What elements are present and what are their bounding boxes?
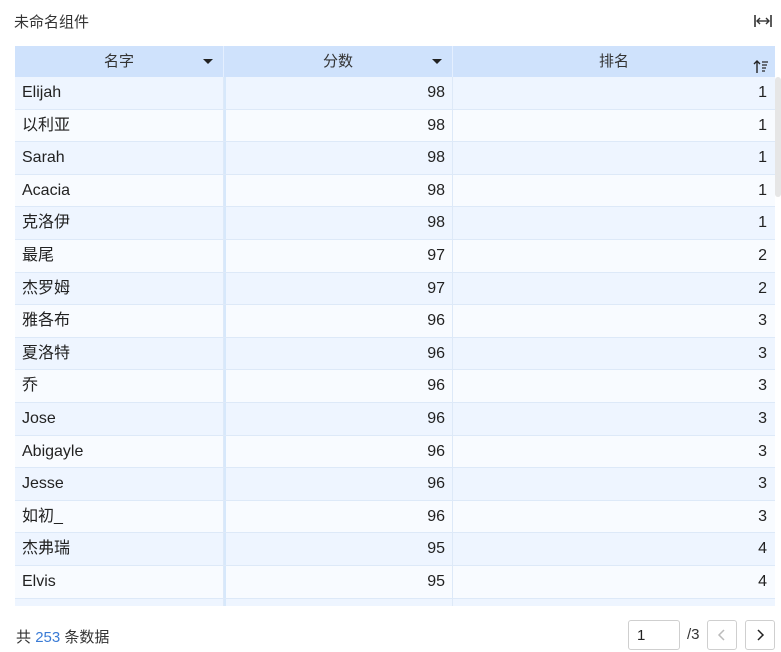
cell-rank: 1 [758,116,767,134]
table-row[interactable]: 如初_ 96 3 [15,500,775,534]
filter-dropdown-icon[interactable] [432,59,442,64]
table-row[interactable]: 夏洛特 96 3 [15,337,775,371]
cell-name: 夏洛特 [15,337,224,370]
cell-score: 95 [224,565,453,598]
cell-name: 克洛伊 [15,207,224,239]
table-row[interactable] [15,598,775,607]
cell-score: 98 [224,109,453,142]
total-prefix: 共 [16,629,32,646]
column-header-score[interactable]: 分数 [224,46,453,77]
table-row[interactable]: Abigayle 96 3 [15,435,775,469]
chevron-left-icon [717,629,725,641]
cell-name: 以利亚 [15,109,224,142]
table-row[interactable]: 最尾 97 2 [15,239,775,273]
cell-rank: 3 [758,507,767,525]
cell-name: Abigayle [15,435,224,468]
expand-width-icon[interactable] [753,12,773,30]
cell-score [224,598,453,606]
total-number: 253 [35,629,61,646]
page-total: /3 [687,626,700,643]
cell-name: Elvis [15,565,224,598]
cell-score: 97 [224,239,453,272]
cell-rank: 1 [758,84,767,101]
column-header-label: 分数 [322,53,353,70]
table-row[interactable]: Elijah 98 1 [15,77,775,110]
column-header-label: 名字 [103,53,134,70]
cell-rank: 1 [758,214,767,232]
cell-name: 乔 [15,370,224,402]
table-row[interactable]: Jesse 96 3 [15,468,775,501]
cell-score: 98 [224,77,453,109]
cell-rank [453,599,775,607]
cell-name: Jose [15,402,224,435]
cell-score: 96 [224,337,453,370]
cell-rank: 3 [758,344,767,362]
table-row[interactable]: 雅各布 96 3 [15,305,775,338]
widget-title: 未命名组件 [14,14,90,31]
table-header: 名字 分数 排名 [15,46,775,77]
filter-dropdown-icon[interactable] [203,59,213,64]
cell-name: 最尾 [15,239,224,272]
table-row[interactable]: 杰弗瑞 95 4 [15,533,775,566]
cell-rank: 4 [758,540,767,558]
cell-score: 96 [224,370,453,402]
table-row[interactable]: Jose 96 3 [15,402,775,436]
cell-rank: 2 [758,279,767,297]
cell-name: Acacia [15,174,224,207]
cell-rank: 3 [758,409,767,427]
cell-rank: 3 [758,377,767,395]
widget-title-bar: 未命名组件 [0,0,781,42]
total-count: 共 253 条数据 [16,626,109,647]
data-table: 名字 分数 排名 Elijah 98 1 以利亚 98 1 Sarah 98 1… [15,46,775,606]
table-row[interactable]: Sarah 98 1 [15,142,775,175]
column-header-rank[interactable]: 排名 [453,46,775,77]
cell-score: 98 [224,207,453,239]
column-header-label: 排名 [598,53,629,70]
cell-name: 杰罗姆 [15,272,224,305]
table-widget: 未命名组件 名字 分数 排名 Elijah 98 1 以利亚 98 1 Sara… [0,0,781,652]
cell-score: 97 [224,272,453,305]
cell-rank: 2 [758,246,767,264]
table-row[interactable]: Acacia 98 1 [15,174,775,208]
cell-score: 98 [224,142,453,174]
table-footer: 共 253 条数据 /3 [0,612,781,652]
cell-score: 95 [224,533,453,565]
cell-rank: 4 [758,572,767,590]
next-page-button[interactable] [745,620,775,650]
table-row[interactable]: 克洛伊 98 1 [15,207,775,240]
cell-rank: 1 [758,149,767,167]
vertical-scrollbar[interactable] [775,77,781,197]
table-row[interactable]: 以利亚 98 1 [15,109,775,143]
cell-score: 96 [224,500,453,533]
cell-name: Sarah [15,142,224,174]
cell-name: 如初_ [15,500,224,533]
cell-name: Jesse [15,468,224,500]
cell-name [15,598,224,606]
cell-rank: 3 [758,475,767,493]
cell-score: 96 [224,435,453,468]
cell-score: 96 [224,305,453,337]
cell-rank: 3 [758,312,767,330]
table-body: Elijah 98 1 以利亚 98 1 Sarah 98 1 Acacia 98 1 克洛伊 98 1 最尾… [15,77,775,606]
page-number-input[interactable] [628,620,680,650]
cell-score: 98 [224,174,453,207]
chevron-right-icon [757,629,765,641]
sort-ascending-icon[interactable] [753,54,769,73]
cell-rank: 1 [758,181,767,199]
table-row[interactable]: 杰罗姆 97 2 [15,272,775,306]
cell-name: 杰弗瑞 [15,533,224,565]
cell-name: 雅各布 [15,305,224,337]
total-suffix: 条数据 [64,629,110,646]
table-row[interactable]: 乔 96 3 [15,370,775,403]
table-row[interactable]: Elvis 95 4 [15,565,775,599]
prev-page-button[interactable] [707,620,737,650]
cell-name: Elijah [15,77,224,109]
cell-rank: 3 [758,442,767,460]
cell-score: 96 [224,402,453,435]
column-header-name[interactable]: 名字 [15,46,224,77]
cell-score: 96 [224,468,453,500]
